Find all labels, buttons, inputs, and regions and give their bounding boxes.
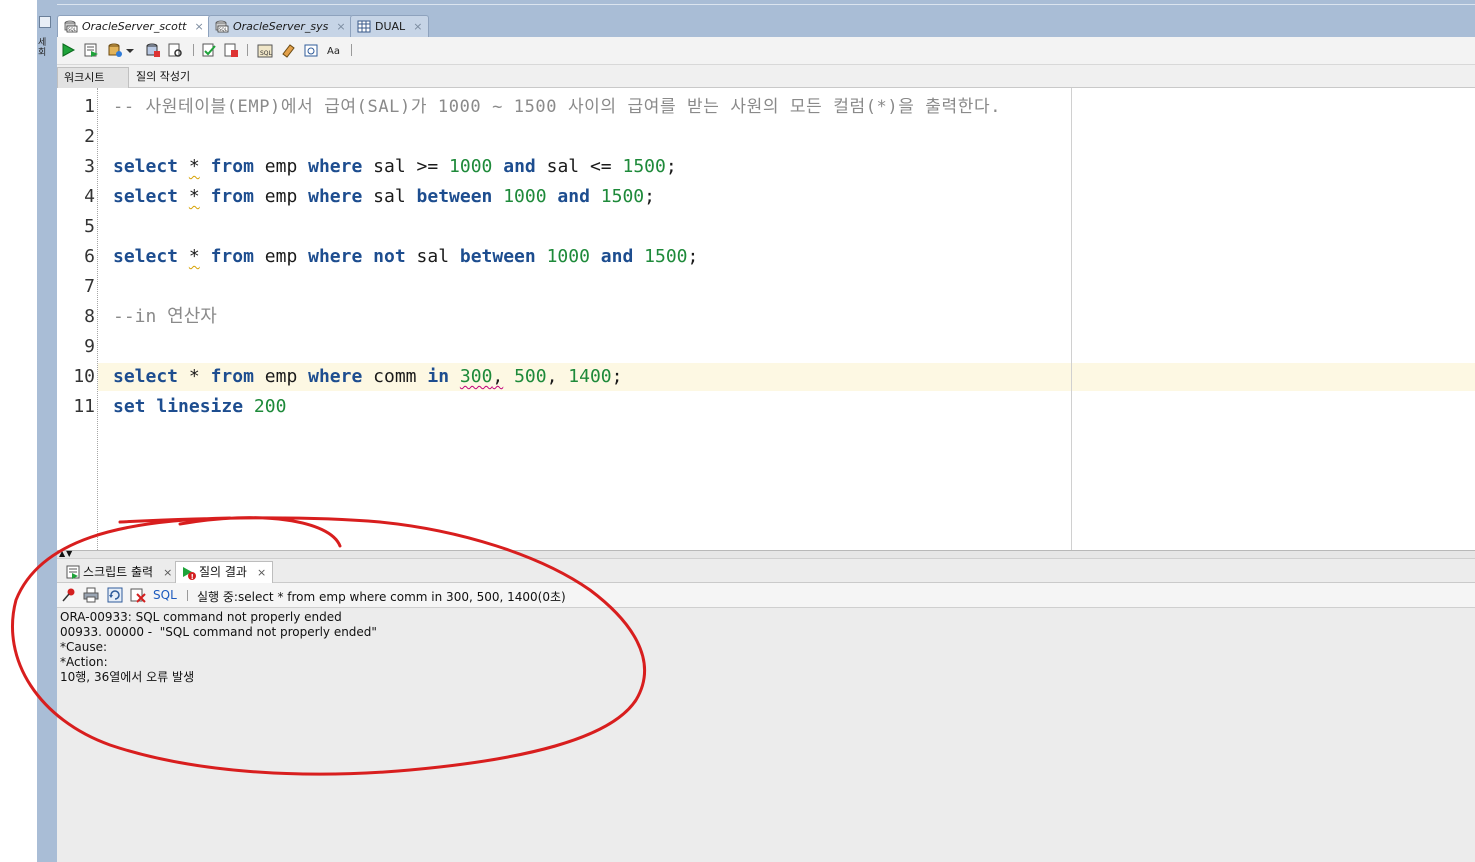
document-tab-bar: SQL OracleServer_scott × SQL OracleServe… bbox=[57, 14, 1475, 37]
refresh-icon[interactable] bbox=[107, 587, 123, 603]
run-statement-icon[interactable] bbox=[60, 42, 76, 58]
svg-text:SQL: SQL bbox=[68, 27, 77, 32]
execution-status: 실행 중:select * from emp where comm in 300… bbox=[197, 590, 566, 604]
panel-splitter[interactable]: ▲▼ bbox=[57, 550, 1475, 559]
collapse-expand-arrows-icon[interactable]: ▲▼ bbox=[59, 550, 73, 558]
window-top-frame bbox=[57, 0, 1475, 14]
svg-text:SQL: SQL bbox=[219, 27, 228, 32]
code-line-11: set linesize 200 bbox=[113, 396, 287, 417]
worksheet-subtab-bar: 워크시트 질의 작성기 bbox=[57, 65, 1475, 88]
table-icon bbox=[357, 20, 371, 33]
line-number: 7 bbox=[84, 276, 95, 297]
script-output-icon bbox=[66, 565, 80, 579]
explain-plan-icon[interactable] bbox=[167, 42, 183, 58]
tab-label: DUAL bbox=[375, 20, 406, 33]
tab-query-result[interactable]: ! 질의 결과 × bbox=[175, 561, 274, 583]
line-number: 4 bbox=[84, 186, 95, 207]
query-result-error-icon: ! bbox=[182, 566, 196, 581]
eraser-icon[interactable] bbox=[280, 42, 296, 58]
error-line: 10행, 36열에서 오류 발생 bbox=[60, 670, 195, 684]
line-number: 10 bbox=[73, 366, 95, 387]
line-number: 6 bbox=[84, 246, 95, 267]
query-result-output: ORA-00933: SQL command not properly ende… bbox=[57, 608, 1475, 862]
error-line: *Cause: bbox=[60, 640, 108, 654]
tab-label: OracleServer_scott bbox=[82, 20, 187, 33]
sql-link[interactable]: SQL bbox=[153, 588, 177, 602]
uppercase-lowercase-icon[interactable]: Aa bbox=[326, 42, 342, 58]
line-number-gutter: 1 2 3 4 5 6 7 8 9 10 11 bbox=[57, 88, 97, 550]
result-toolbar: SQL 실행 중:select * from emp where comm in… bbox=[57, 583, 1475, 608]
tab-label: OracleServer_sys bbox=[233, 20, 329, 33]
code-line-6: select * from emp where not sal between … bbox=[113, 246, 699, 267]
cancel-icon[interactable] bbox=[130, 587, 146, 603]
run-script-icon[interactable] bbox=[83, 42, 99, 58]
sql-connection-icon: SQL bbox=[64, 20, 78, 33]
right-margin-guide bbox=[1071, 88, 1072, 550]
sql-editor[interactable]: 1 2 3 4 5 6 7 8 9 10 11 -- 사원테이블(EMP)에서 … bbox=[57, 88, 1475, 550]
autotrace-icon[interactable] bbox=[201, 42, 217, 58]
commit-icon[interactable] bbox=[107, 42, 123, 58]
clear-icon[interactable] bbox=[223, 42, 239, 58]
code-line-1: -- 사원테이블(EMP)에서 급여(SAL)가 1000 ~ 1500 사이의… bbox=[113, 97, 1002, 117]
tab-script-output[interactable]: 스크립트 출력 × bbox=[60, 561, 178, 583]
left-margin bbox=[0, 0, 37, 862]
error-line: 00933. 00000 - "SQL command not properly… bbox=[60, 625, 377, 639]
format-icon[interactable] bbox=[303, 42, 319, 58]
line-number: 3 bbox=[84, 156, 95, 177]
code-line-8: --in 연산자 bbox=[113, 306, 217, 327]
error-line: ORA-00933: SQL command not properly ende… bbox=[60, 610, 342, 624]
tab-query-builder[interactable]: 질의 작성기 bbox=[130, 67, 196, 88]
dropdown-arrow-icon[interactable] bbox=[125, 42, 135, 58]
line-number: 9 bbox=[84, 336, 95, 357]
gutter-divider bbox=[97, 88, 98, 550]
code-line-3: select * from emp where sal >= 1000 and … bbox=[113, 156, 677, 177]
svg-text:SQL: SQL bbox=[260, 50, 273, 57]
code-line-10: select * from emp where comm in 300, 500… bbox=[113, 366, 623, 387]
line-number: 11 bbox=[73, 396, 95, 417]
code-line-4: select * from emp where sal between 1000… bbox=[113, 186, 655, 207]
close-icon[interactable]: × bbox=[336, 20, 345, 33]
side-rail-label: 세 회 bbox=[38, 38, 47, 58]
output-tab-bar: 스크립트 출력 × ! 질의 결과 × bbox=[57, 559, 1475, 583]
close-icon[interactable]: × bbox=[257, 562, 266, 583]
svg-text:!: ! bbox=[191, 573, 194, 580]
tab-dual[interactable]: DUAL × bbox=[350, 15, 430, 37]
error-line: *Action: bbox=[60, 655, 108, 669]
line-number: 1 bbox=[84, 96, 95, 117]
line-number: 5 bbox=[84, 216, 95, 237]
sql-history-icon[interactable]: SQL bbox=[257, 42, 273, 58]
sql-connection-icon: SQL bbox=[215, 20, 229, 33]
tab-oracleserver-sys[interactable]: SQL OracleServer_sys × bbox=[208, 15, 353, 37]
connections-side-rail: 세 회 bbox=[37, 0, 57, 862]
tab-label: 질의 결과 bbox=[199, 565, 247, 579]
line-number: 2 bbox=[84, 126, 95, 147]
close-icon[interactable]: × bbox=[163, 562, 172, 583]
print-icon[interactable] bbox=[83, 587, 99, 603]
close-icon[interactable]: × bbox=[195, 20, 204, 33]
tab-worksheet[interactable]: 워크시트 bbox=[57, 67, 129, 88]
line-number: 8 bbox=[84, 306, 95, 327]
pin-icon[interactable] bbox=[61, 587, 77, 603]
tab-oracleserver-scott[interactable]: SQL OracleServer_scott × bbox=[57, 15, 211, 37]
rollback-icon[interactable] bbox=[145, 42, 161, 58]
worksheet-toolbar: SQL Aa bbox=[57, 37, 1475, 65]
svg-text:Aa: Aa bbox=[327, 46, 340, 57]
close-icon[interactable]: × bbox=[413, 20, 422, 33]
sql-developer-window: 세 회 SQL OracleServer_scott × SQL OracleS… bbox=[0, 0, 1475, 862]
tab-label: 스크립트 출력 bbox=[83, 564, 154, 579]
panel-icon[interactable] bbox=[39, 16, 51, 28]
